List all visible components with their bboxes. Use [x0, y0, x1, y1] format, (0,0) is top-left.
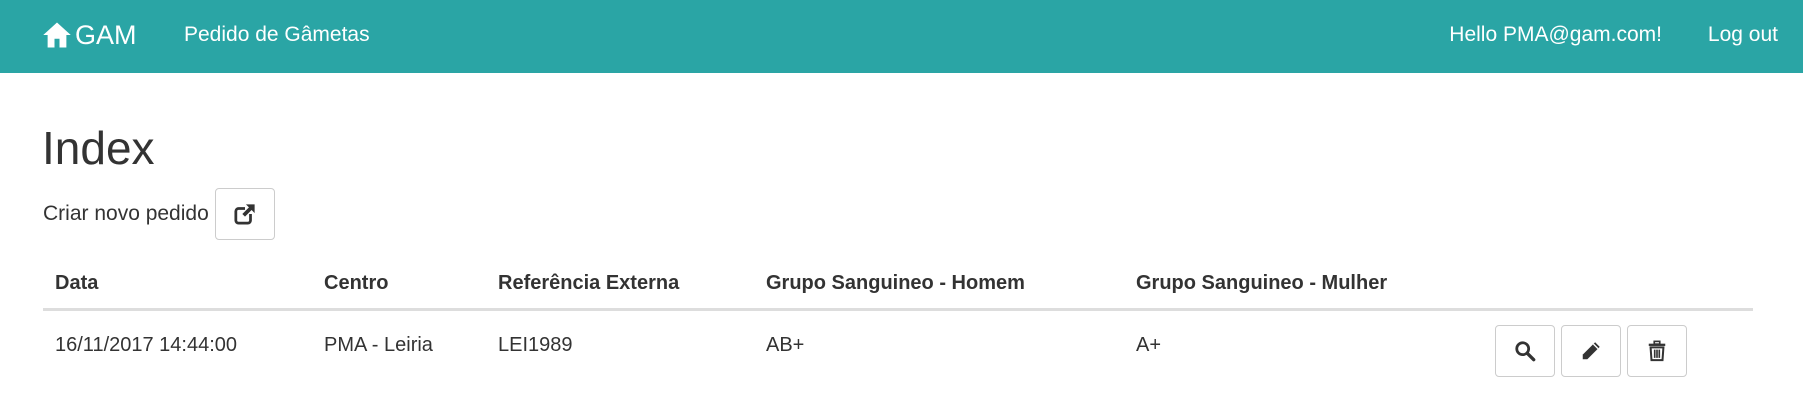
navbar: GAM Pedido de Gâmetas Hello PMA@gam.com!…: [0, 0, 1803, 73]
user-greeting-link[interactable]: Hello PMA@gam.com!: [1449, 22, 1662, 48]
search-icon: [1515, 341, 1536, 362]
column-header-centro: Centro: [324, 272, 389, 294]
column-header-grupo-mulher: Grupo Sanguineo - Mulher: [1136, 272, 1388, 294]
column-header-data: Data: [55, 272, 99, 294]
cell-centro: PMA - Leiria: [324, 334, 433, 356]
orders-table: Data Centro Referência Externa Grupo San…: [43, 262, 1753, 391]
brand-name: GAM: [75, 20, 137, 50]
cell-grupo-mulher: A+: [1136, 334, 1162, 356]
details-button[interactable]: [1495, 325, 1555, 377]
edit-button[interactable]: [1561, 325, 1621, 377]
external-link-icon: [234, 203, 256, 225]
pencil-icon: [1582, 342, 1600, 360]
create-button[interactable]: [214, 188, 275, 240]
brand-link[interactable]: GAM: [42, 17, 137, 53]
create-row: Criar novo pedido: [43, 188, 275, 240]
create-label: Criar novo pedido: [43, 202, 209, 225]
table-row: 16/11/2017 14:44:00 PMA - Leiria LEI1989…: [43, 311, 1753, 391]
column-header-referencia: Referência Externa: [498, 272, 680, 294]
delete-button[interactable]: [1627, 325, 1687, 377]
nav-link-pedido-gametas[interactable]: Pedido de Gâmetas: [184, 22, 370, 48]
row-actions: [1495, 325, 1693, 377]
trash-icon: [1648, 340, 1666, 362]
logout-link[interactable]: Log out: [1708, 22, 1778, 48]
cell-grupo-homem: AB+: [766, 334, 805, 356]
column-header-grupo-homem: Grupo Sanguineo - Homem: [766, 272, 1025, 294]
cell-referencia: LEI1989: [498, 334, 573, 356]
home-icon: [43, 22, 71, 48]
page-title: Index: [42, 122, 155, 174]
table-header: Data Centro Referência Externa Grupo San…: [43, 262, 1753, 311]
cell-data: 16/11/2017 14:44:00: [55, 334, 238, 356]
